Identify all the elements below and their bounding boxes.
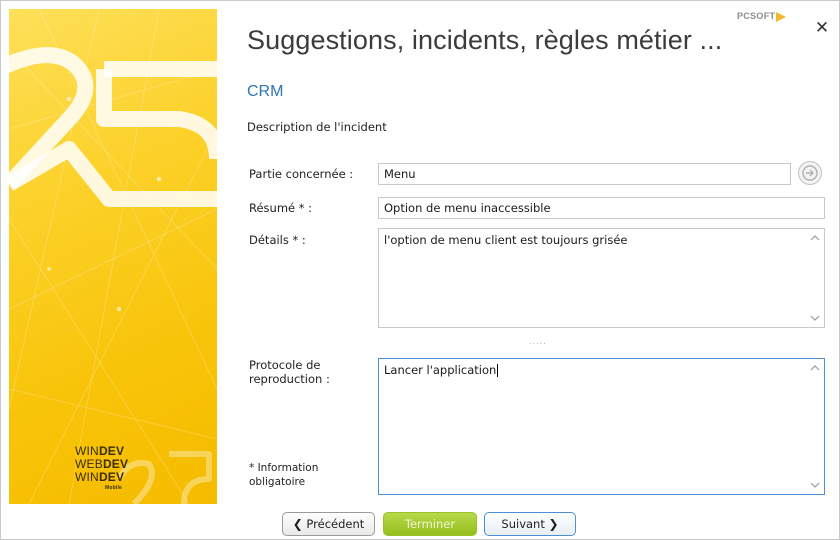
required-note: * Information obligatoire [249,462,319,488]
part-input[interactable]: Menu [378,163,791,185]
close-icon[interactable]: ✕ [812,18,832,38]
next-button-label: Suivant [501,517,545,531]
protocol-text: Lancer l'application [384,363,497,377]
scroll-up-icon[interactable] [810,233,820,243]
chevron-right-icon: ❯ [548,517,559,531]
protocol-label: Protocole de reproduction : [249,358,330,386]
page-subtitle: CRM [247,83,284,100]
previous-button-label: Précédent [306,517,365,531]
scroll-down-icon[interactable] [810,313,820,323]
protocol-scrollbar[interactable] [806,359,824,494]
wizard-window: WINDEV WEBDEV WINDEV Mobile PCSOFT ✕ Sug… [0,0,840,540]
details-textarea[interactable]: l'option de menu client est toujours gri… [378,228,825,328]
summary-input[interactable]: Option de menu inaccessible [378,197,825,219]
scroll-up-icon[interactable] [810,363,820,373]
resize-grip[interactable]: ..... [529,337,547,346]
finish-button-label: Terminer [404,517,456,531]
arrow-right-circle-icon[interactable] [798,161,822,185]
finish-button[interactable]: Terminer [383,512,477,536]
protocol-textarea[interactable]: Lancer l'application [378,358,825,495]
details-text: l'option de menu client est toujours gri… [384,233,628,247]
part-label: Partie concernée : [249,167,354,181]
details-scrollbar[interactable] [806,229,824,327]
scroll-down-icon[interactable] [810,480,820,490]
previous-button[interactable]: ❮ Précédent [282,512,375,536]
chevron-left-icon: ❮ [292,517,303,531]
pcsoft-logo: PCSOFT [737,11,787,22]
banner-graphic [9,9,217,504]
page-title: Suggestions, incidents, règles métier ..… [247,25,723,55]
summary-label: Résumé * : [249,201,313,215]
section-title: Description de l'incident [247,120,387,134]
details-label: Détails * : [249,233,306,247]
side-banner: WINDEV WEBDEV WINDEV Mobile [9,9,217,504]
windev-brand-logo: WINDEV WEBDEV WINDEV Mobile [75,444,129,492]
next-button[interactable]: Suivant ❯ [484,512,576,536]
text-cursor [497,364,499,377]
